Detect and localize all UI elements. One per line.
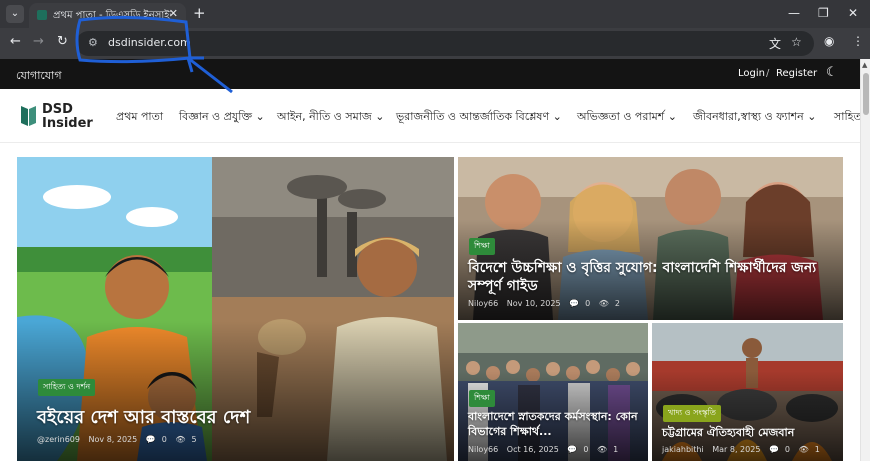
browser-tab[interactable]: প্রথম পাতা - ডিএসডি ইনসাইডার ✕ (29, 3, 186, 28)
views-icon: 👁 (598, 299, 609, 308)
chevron-down-icon: ⌄ (375, 110, 385, 123)
category-badge[interactable]: সাহিত্য ও দর্শন (38, 379, 96, 396)
view-count: 5 (191, 435, 197, 444)
chevron-down-icon: ⌄ (807, 110, 817, 123)
chevron-down-icon: ⌄ (552, 110, 562, 123)
view-count: 1 (613, 445, 619, 454)
article-date: Mar 8, 2025 (712, 445, 761, 454)
article-meta: @zerin609 Nov 8, 2025 💬 0 👁 5 (37, 435, 203, 444)
article-meta: jakiahbithi Mar 8, 2025 💬 0 👁 1 (662, 445, 826, 454)
minimize-icon[interactable]: — (788, 6, 800, 20)
register-link[interactable]: Register (776, 68, 817, 79)
logo-book-icon[interactable] (20, 104, 37, 127)
article-title[interactable]: বাংলাদেশে স্নাতকদের কর্মসংস্থান: কোন বিভ… (468, 409, 643, 439)
logo-text-dsd[interactable]: DSD (42, 102, 73, 117)
featured-articles-grid: সাহিত্য ও দর্শন বইয়ের দেশ আর বাস্তবের দ… (0, 143, 860, 461)
translate-icon[interactable]: 文 (769, 35, 781, 52)
dark-mode-toggle-icon[interactable]: ☾ (826, 65, 838, 80)
scroll-up-icon[interactable]: ▲ (862, 61, 867, 69)
comment-icon: 💬 (567, 445, 578, 454)
login-separator: / (766, 68, 770, 79)
forward-icon[interactable]: → (33, 34, 44, 49)
views-icon: 👁 (596, 445, 608, 454)
chevron-down-icon: ⌄ (667, 110, 677, 123)
featured-article-card[interactable]: শিক্ষা বিদেশে উচ্চশিক্ষা ও বৃত্তির সুযোগ… (458, 157, 843, 320)
contact-link[interactable]: যোগাযোগ (16, 67, 62, 86)
article-author[interactable]: jakiahbithi (662, 445, 704, 454)
close-icon[interactable]: ✕ (848, 6, 858, 20)
site-header: DSD Insider প্রথম পাতা বিজ্ঞান ও প্রযুক্… (0, 89, 860, 143)
article-author[interactable]: @zerin609 (37, 435, 80, 444)
chevron-down-icon: ⌄ (255, 110, 265, 123)
comment-count: 0 (585, 299, 591, 308)
site-favicon-icon (37, 10, 47, 20)
address-bar[interactable]: ⚙ dsdinsider.com 文 ☆ (76, 31, 814, 56)
category-badge[interactable]: শিক্ষা (469, 390, 495, 407)
comment-icon: 💬 (768, 445, 779, 454)
page-scrollbar[interactable]: ▲ (860, 59, 870, 461)
comment-icon: 💬 (569, 299, 580, 308)
article-date: Oct 16, 2025 (506, 445, 559, 454)
category-badge[interactable]: শিক্ষা (469, 238, 495, 255)
site-info-icon[interactable]: ⚙ (88, 36, 98, 49)
nav-item-experience[interactable]: অভিজ্ঞতা ও পরামর্শ ⌄ (577, 108, 677, 127)
nav-item-lifestyle[interactable]: জীবনধারা,স্বাস্থ্য ও ফ্যাশন ⌄ (693, 108, 816, 127)
tab-title: প্রথম পাতা - ডিএসডি ইনসাইডার (53, 10, 171, 21)
scrollbar-thumb[interactable] (863, 73, 869, 115)
nav-item-literature[interactable]: সাহিত্য (834, 108, 860, 127)
article-author[interactable]: Niloy66 (468, 299, 498, 308)
reload-icon[interactable]: ↻ (57, 34, 68, 49)
views-icon: 👁 (798, 445, 809, 454)
featured-article-card[interactable]: শিক্ষা বাংলাদেশে স্নাতকদের কর্মসংস্থান: … (458, 323, 648, 461)
browser-tab-strip: ⌄ প্রথম পাতা - ডিএসডি ইনসাইডার ✕ + — ❐ ✕ (0, 0, 870, 28)
article-date: Nov 10, 2025 (506, 299, 561, 308)
featured-article-card[interactable]: খাদ্য ও সংস্কৃতি চট্টগ্রামের ঐতিহ্যবাহী … (652, 323, 843, 461)
comment-count: 0 (784, 445, 791, 454)
comment-count: 0 (583, 445, 589, 454)
back-icon[interactable]: ← (10, 34, 21, 49)
article-meta: Niloy66 Nov 10, 2025 💬 0 👁 2 (468, 299, 626, 308)
comment-icon: 💬 (145, 435, 156, 444)
tab-search-icon[interactable]: ⌄ (6, 5, 24, 23)
article-date: Nov 8, 2025 (88, 435, 138, 444)
logo-text-insider[interactable]: Insider (42, 116, 93, 131)
views-icon: 👁 (175, 435, 186, 444)
profile-icon[interactable]: ◉ (824, 34, 834, 48)
article-title[interactable]: চট্টগ্রামের ঐতিহ্যবাহী মেজবান (662, 425, 837, 440)
category-badge[interactable]: খাদ্য ও সংস্কৃতি (663, 405, 721, 422)
nav-item-science-tech[interactable]: বিজ্ঞান ও প্রযুক্তি ⌄ (179, 108, 265, 127)
article-title[interactable]: বিদেশে উচ্চশিক্ষা ও বৃত্তির সুযোগ: বাংলা… (468, 259, 833, 295)
article-author[interactable]: Niloy66 (468, 445, 498, 454)
tab-close-icon[interactable]: ✕ (169, 7, 178, 20)
login-link[interactable]: Login (738, 68, 765, 79)
star-icon[interactable]: ☆ (791, 35, 802, 49)
view-count: 1 (814, 445, 820, 454)
nav-item-law-policy[interactable]: আইন, নীতি ও সমাজ ⌄ (277, 108, 384, 127)
menu-icon[interactable]: ⋮ (852, 34, 864, 48)
view-count: 2 (614, 299, 620, 308)
nav-item-home[interactable]: প্রথম পাতা (116, 108, 163, 127)
site-top-bar: যোগাযোগ Login / Register ☾ (0, 59, 860, 89)
new-tab-icon[interactable]: + (193, 4, 206, 22)
comment-count: 0 (161, 435, 167, 444)
featured-article-card[interactable]: সাহিত্য ও দর্শন বইয়ের দেশ আর বাস্তবের দ… (17, 157, 454, 461)
article-title[interactable]: বইয়ের দেশ আর বাস্তবের দেশ (37, 403, 437, 434)
browser-toolbar: ← → ↻ ⚙ dsdinsider.com 文 ☆ ◉ ⋮ (0, 28, 870, 59)
url-text[interactable]: dsdinsider.com (108, 36, 191, 49)
article-meta: Niloy66 Oct 16, 2025 💬 0 👁 1 (468, 445, 624, 454)
nav-item-geopolitics[interactable]: ভূরাজনীতি ও আন্তর্জাতিক বিশ্লেষণ ⌄ (396, 108, 562, 127)
maximize-icon[interactable]: ❐ (818, 6, 829, 20)
